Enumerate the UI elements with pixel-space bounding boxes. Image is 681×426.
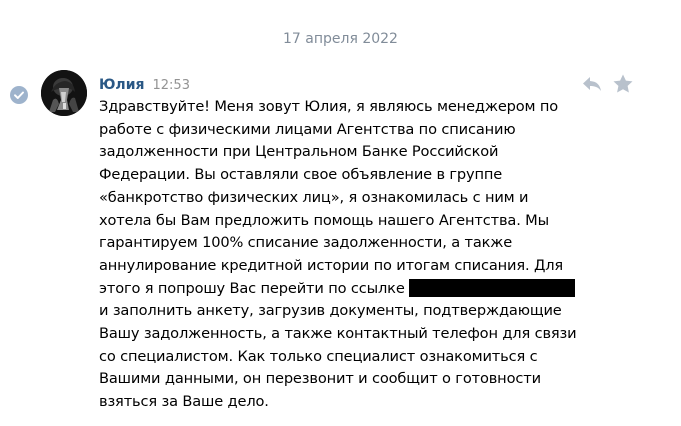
- message: Юлия 12:53 Здравствуйте! Меня зовут Юлия,…: [99, 74, 579, 414]
- star-icon[interactable]: [611, 72, 635, 96]
- author-name[interactable]: Юлия: [99, 77, 145, 93]
- check-circle-icon[interactable]: [10, 86, 28, 104]
- date-separator: 17 апреля 2022: [283, 31, 398, 47]
- reply-arrow-icon[interactable]: [580, 72, 604, 96]
- avatar[interactable]: [41, 70, 87, 116]
- message-text-before-redaction: Здравствуйте! Меня зовут Юлия, я являюсь…: [99, 98, 564, 297]
- message-text-after-redaction: и заполнить анкету, загрузив документы, …: [99, 302, 577, 411]
- message-header: Юлия 12:53: [99, 74, 579, 94]
- message-time[interactable]: 12:53: [153, 78, 190, 93]
- message-text: Здравствуйте! Меня зовут Юлия, я являюсь…: [99, 96, 579, 414]
- redacted-link: [409, 278, 576, 297]
